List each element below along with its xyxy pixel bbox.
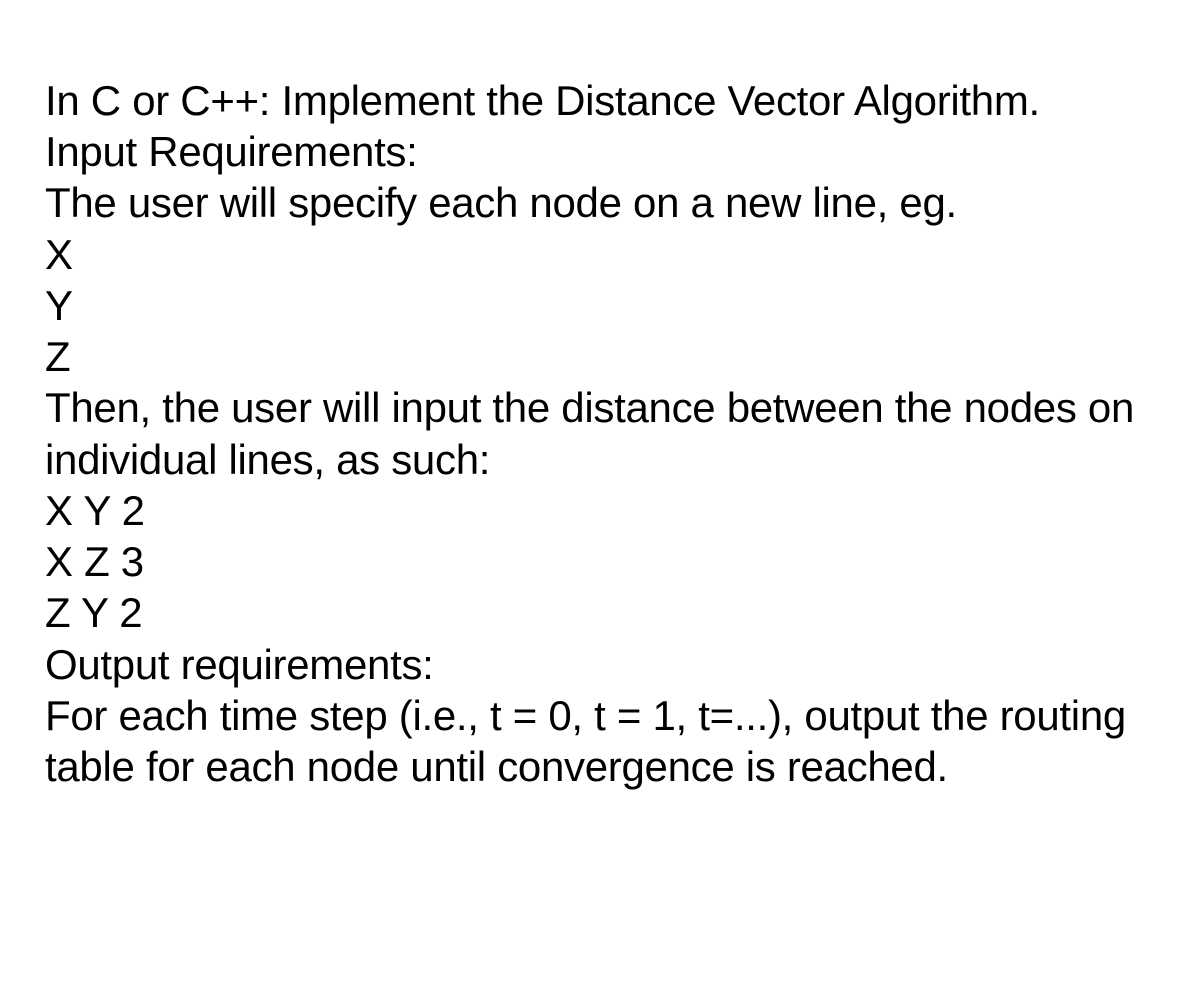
text-line: For each time step (i.e., t = 0, t = 1, …	[45, 690, 1155, 792]
text-line: Then, the user will input the distance b…	[45, 382, 1155, 484]
text-line: X	[45, 229, 1155, 280]
text-line: Y	[45, 280, 1155, 331]
text-line: In C or C++: Implement the Distance Vect…	[45, 75, 1155, 126]
text-line: X Z 3	[45, 536, 1155, 587]
text-line: The user will specify each node on a new…	[45, 177, 1155, 228]
text-line: Z Y 2	[45, 587, 1155, 638]
text-line: X Y 2	[45, 485, 1155, 536]
document-body: In C or C++: Implement the Distance Vect…	[45, 75, 1155, 792]
text-line: Z	[45, 331, 1155, 382]
text-line: Input Requirements:	[45, 126, 1155, 177]
text-line: Output requirements:	[45, 639, 1155, 690]
